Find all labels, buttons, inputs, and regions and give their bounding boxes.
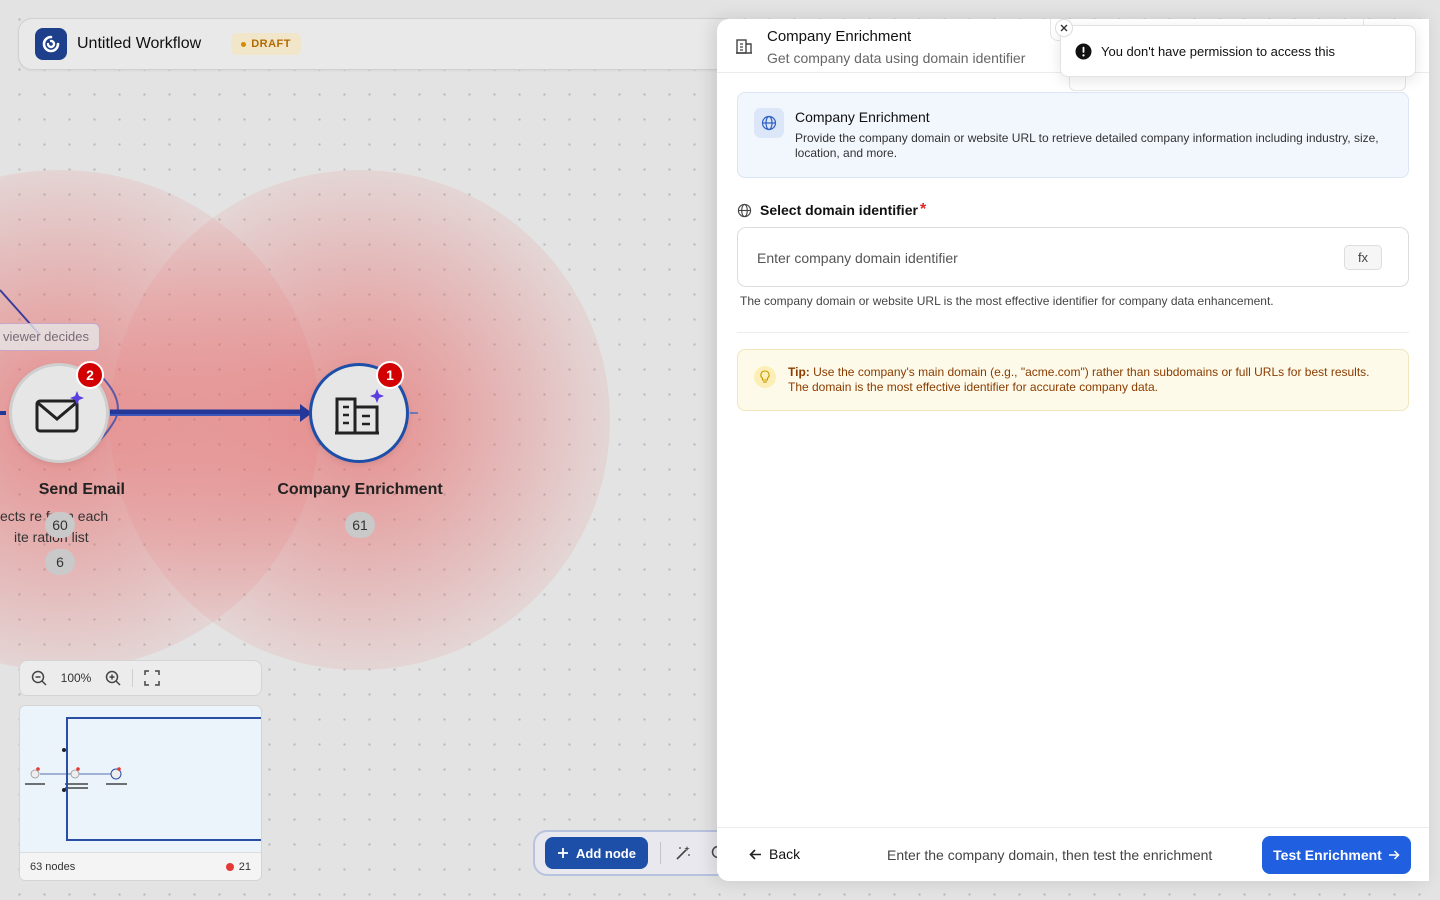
plus-icon [558, 848, 568, 858]
test-enrichment-button[interactable]: Test Enrichment [1262, 836, 1411, 874]
info-card: Company Enrichment Provide the company d… [737, 92, 1409, 178]
divider [132, 669, 133, 687]
toast-close-button[interactable] [1055, 19, 1073, 37]
close-icon [1060, 24, 1068, 32]
globe-icon-wrap [754, 108, 784, 138]
workflow-header: Untitled Workflow DRAFT [18, 18, 738, 70]
alert-icon [1075, 43, 1092, 59]
fit-view-button[interactable] [141, 667, 163, 689]
minimap-footer: 63 nodes 21 [20, 852, 261, 880]
domain-field[interactable]: fx [737, 227, 1409, 287]
divider [737, 332, 1409, 333]
lightbulb-icon [760, 370, 770, 383]
magic-wand-icon [676, 846, 690, 860]
arrow-left-icon [749, 848, 761, 860]
node-count: 63 nodes [30, 860, 76, 873]
error-count-badge: 1 [376, 361, 404, 389]
globe-icon [761, 115, 777, 131]
node-index: 6 [45, 549, 75, 575]
status-dot [241, 41, 247, 47]
minimap-viewport[interactable] [66, 717, 261, 841]
fullscreen-icon [144, 670, 160, 686]
divider [659, 842, 661, 864]
arrow-right-icon [1388, 850, 1400, 860]
lightbulb-icon-wrap [754, 366, 776, 388]
info-description: Provide the company domain or website UR… [795, 131, 1379, 160]
field-label: Select domain identifier [760, 202, 918, 218]
node-index: 61 [345, 512, 375, 538]
auto-layout-button[interactable] [673, 843, 693, 863]
node-config-panel: Company Enrichment Get company data usin… [717, 19, 1429, 881]
zoom-controls: 100% [19, 660, 262, 696]
error-dot [225, 862, 234, 871]
field-help-text: The company domain or website URL is the… [740, 294, 1274, 308]
domain-input[interactable] [757, 247, 1317, 269]
error-count: 21 [238, 860, 251, 873]
add-node-label: Add node [576, 845, 636, 861]
app-logo[interactable] [35, 28, 67, 60]
add-node-button[interactable]: Add node [545, 837, 648, 869]
zoom-level: 100% [60, 671, 92, 685]
building-icon [736, 39, 752, 54]
node-label: Send Email [38, 481, 125, 498]
tip-text: Tip: Use the company's main domain (e.g.… [788, 365, 1388, 395]
zoom-in-icon [105, 670, 121, 686]
panel-footer: Back Enter the company domain, then test… [717, 827, 1429, 881]
required-marker: * [919, 201, 927, 218]
workflow-edges [0, 289, 418, 441]
logo-icon [42, 35, 60, 53]
info-title: Company Enrichment [795, 109, 930, 125]
building-sparkle-icon [335, 389, 384, 435]
error-toast: You don't have permission to access this [1060, 25, 1416, 77]
mail-sparkle-icon [35, 391, 84, 433]
node-label: Company Enrichment [277, 481, 443, 498]
workflow-title[interactable]: Untitled Workflow [77, 35, 201, 53]
panel-subtitle: Get company data using domain identifier [767, 50, 1026, 66]
toast-message: You don't have permission to access this [1101, 43, 1335, 59]
status-label: DRAFT [251, 38, 291, 50]
zoom-in-button[interactable] [102, 667, 124, 689]
tip-body: Use the company's main domain (e.g., "ac… [788, 365, 1370, 394]
tip-card: Tip: Use the company's main domain (e.g.… [737, 349, 1409, 411]
field-label-row: Select domain identifier * [737, 201, 926, 219]
panel-title: Company Enrichment [767, 28, 912, 45]
back-label: Back [769, 846, 801, 862]
status-badge: DRAFT [231, 33, 301, 55]
error-count-badge: 2 [76, 361, 104, 389]
test-label: Test Enrichment [1273, 847, 1382, 863]
error-indicator[interactable]: 21 [225, 860, 251, 873]
back-button[interactable]: Back [749, 846, 800, 862]
minimap[interactable]: 63 nodes 21 [19, 705, 262, 881]
node-index: 60 [45, 512, 75, 538]
footer-hint: Enter the company domain, then test the … [887, 847, 1213, 863]
zoom-out-button[interactable] [28, 667, 50, 689]
tip-prefix: Tip: [788, 365, 810, 379]
globe-icon [737, 203, 752, 217]
zoom-out-icon [31, 670, 47, 686]
expression-button[interactable]: fx [1344, 245, 1382, 270]
edge-label[interactable]: viewer decides [0, 323, 100, 351]
